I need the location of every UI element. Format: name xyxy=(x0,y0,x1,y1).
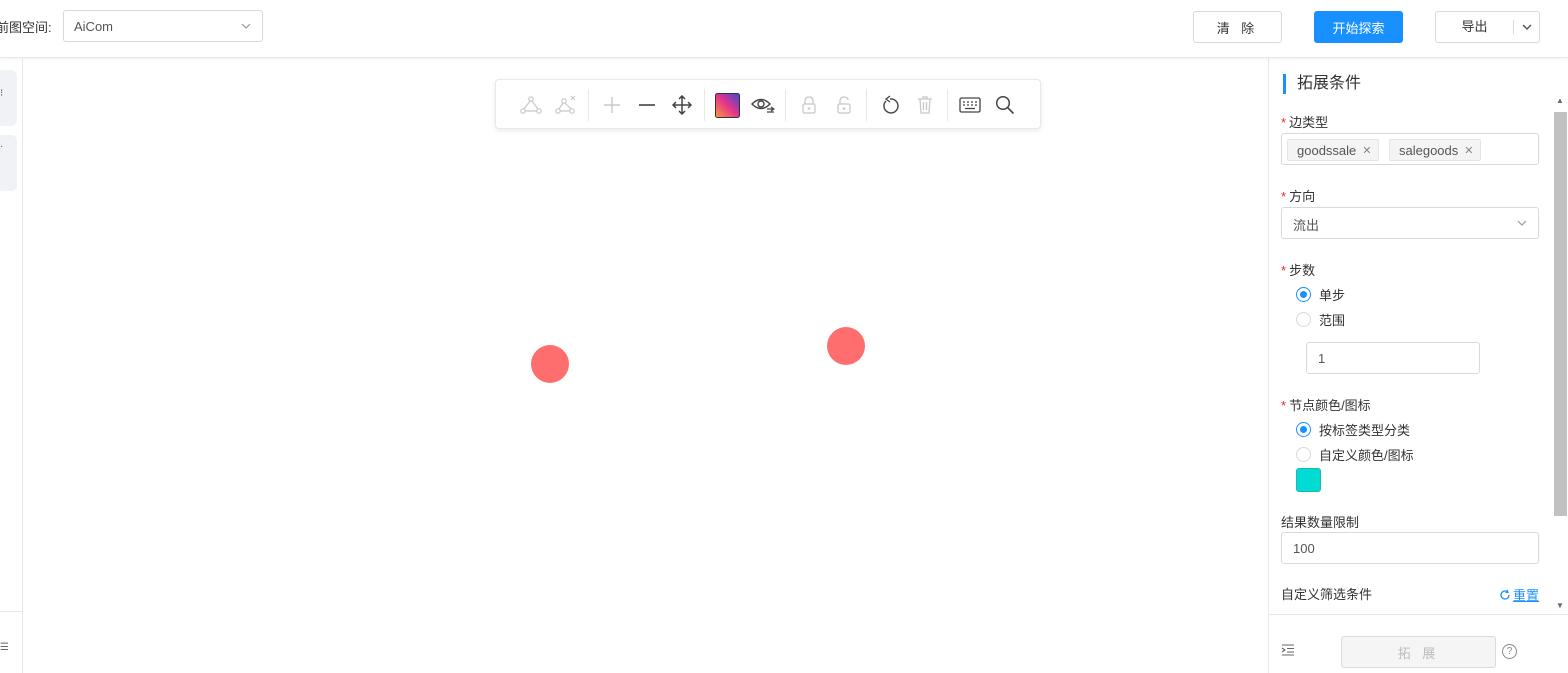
graph-space-select[interactable]: AiCom xyxy=(63,10,263,42)
direction-value: 流出 xyxy=(1293,218,1320,233)
scroll-up-icon[interactable]: ▲ xyxy=(1556,96,1564,105)
graph-node[interactable] xyxy=(827,327,865,365)
graph-space-value: AiCom xyxy=(74,18,114,34)
graph-icon: ⁝ xyxy=(0,88,4,99)
unlock-icon[interactable] xyxy=(831,92,857,118)
direction-select[interactable]: 流出 xyxy=(1281,207,1539,239)
edge-type-tag: salegoods ✕ xyxy=(1389,139,1481,161)
expand-conditions-panel: 拓展条件 * 边类型 goodssale ✕ salegoods ✕ * 方向 流出 *… xyxy=(1268,58,1568,673)
panel-footer-divider xyxy=(1269,614,1568,615)
required-mark: * xyxy=(1281,189,1287,204)
toolbar-separator xyxy=(588,89,589,121)
expand-button[interactable]: 拓 展 xyxy=(1341,636,1496,668)
step-range-radio[interactable]: 范围 xyxy=(1296,310,1345,329)
add-edge-icon[interactable] xyxy=(518,92,544,118)
lock-icon[interactable] xyxy=(796,92,822,118)
custom-color-radio[interactable]: 自定义颜色/图标 xyxy=(1296,445,1414,464)
close-icon[interactable]: ✕ xyxy=(1464,144,1473,157)
export-button[interactable]: 导出 xyxy=(1435,11,1540,43)
toolbar-separator xyxy=(947,89,948,121)
steps-label: * 步数 xyxy=(1281,263,1316,278)
toggle-visibility-icon[interactable] xyxy=(750,92,776,118)
export-dropdown-toggle[interactable] xyxy=(1514,21,1539,33)
chevron-down-icon xyxy=(241,23,251,29)
direction-label: * 方向 xyxy=(1281,189,1316,204)
reset-link[interactable]: 重置 xyxy=(1499,585,1539,604)
graph-node[interactable] xyxy=(531,345,569,383)
radio-unchecked-icon xyxy=(1296,447,1311,462)
node-color-label: * 节点颜色/图标 xyxy=(1281,398,1371,413)
scroll-down-icon[interactable]: ▼ xyxy=(1556,601,1564,610)
zoom-in-icon[interactable] xyxy=(599,92,625,118)
sidebar-tab-settings[interactable]: · xyxy=(0,135,17,191)
radio-checked-icon xyxy=(1296,422,1311,437)
toolbar-separator xyxy=(866,89,867,121)
toolbar-separator xyxy=(704,89,705,121)
left-sidebar: ⁝ · ☰ xyxy=(0,58,23,673)
start-explore-button[interactable]: 开始探索 xyxy=(1314,11,1403,43)
zoom-out-icon[interactable] xyxy=(634,92,660,118)
required-mark: * xyxy=(1281,263,1287,278)
result-limit-label: 结果数量限制 xyxy=(1281,515,1360,530)
pin-icon: · xyxy=(0,141,4,152)
panel-scrollbar[interactable]: ▲ ▼ xyxy=(1552,96,1568,614)
radio-unchecked-icon xyxy=(1296,312,1311,327)
search-icon[interactable] xyxy=(992,92,1018,118)
chevron-down-icon xyxy=(1522,24,1531,30)
graph-toolbar xyxy=(495,79,1041,129)
close-icon[interactable]: ✕ xyxy=(1362,144,1371,157)
keyboard-icon[interactable] xyxy=(957,92,983,118)
color-swatch[interactable] xyxy=(1296,468,1321,492)
color-by-label-radio[interactable]: 按标签类型分类 xyxy=(1296,420,1410,439)
toolbar-separator xyxy=(785,89,786,121)
delete-icon[interactable] xyxy=(912,92,938,118)
step-single-radio[interactable]: 单步 xyxy=(1296,285,1345,304)
remove-edge-icon[interactable] xyxy=(553,92,579,118)
fit-view-icon[interactable] xyxy=(669,92,695,118)
sidebar-divider xyxy=(0,611,22,612)
chevron-down-icon xyxy=(1517,220,1527,226)
refresh-icon xyxy=(1500,589,1510,600)
radio-checked-icon xyxy=(1296,287,1311,302)
sidebar-tab-graph[interactable]: ⁝ xyxy=(0,70,17,126)
graph-space-label: 前图空间: xyxy=(0,20,52,35)
graph-canvas[interactable] xyxy=(23,58,1268,673)
undo-icon[interactable] xyxy=(877,92,903,118)
clear-button[interactable]: 清 除 xyxy=(1193,11,1282,43)
indent-icon[interactable] xyxy=(1281,644,1295,659)
step-count-input[interactable]: 1 xyxy=(1306,342,1480,374)
edge-type-select[interactable]: goodssale ✕ salegoods ✕ xyxy=(1281,133,1539,165)
edge-type-tag: goodssale ✕ xyxy=(1287,139,1379,161)
custom-filter-label: 自定义筛选条件 xyxy=(1281,587,1373,602)
top-bar: 前图空间: AiCom 清 除 开始探索 导出 xyxy=(0,0,1568,58)
required-mark: * xyxy=(1281,115,1287,130)
result-limit-input[interactable]: 100 xyxy=(1281,532,1539,564)
export-label: 导出 xyxy=(1436,20,1514,34)
panel-title: 拓展条件 xyxy=(1283,74,1361,94)
help-icon[interactable]: ? xyxy=(1502,644,1517,659)
collapse-icon[interactable]: ☰ xyxy=(0,642,9,653)
color-palette-icon[interactable] xyxy=(714,92,740,118)
scroll-thumb[interactable] xyxy=(1554,112,1567,516)
required-mark: * xyxy=(1281,398,1287,413)
edge-type-label: * 边类型 xyxy=(1281,115,1329,130)
